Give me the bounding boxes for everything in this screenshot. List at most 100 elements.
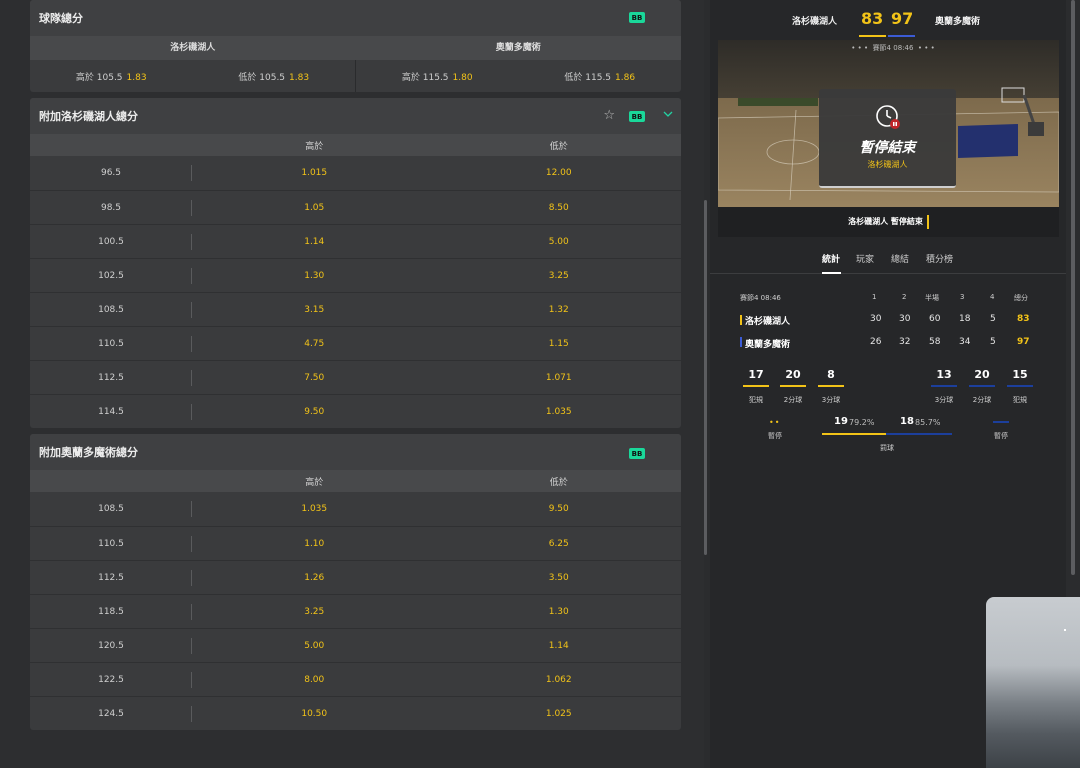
odds-row: 120.5 5.00 1.14 (30, 628, 681, 662)
stats-header-q1: 1 (872, 293, 877, 301)
magic-extra-title: 附加奧蘭多魔術總分 (39, 446, 138, 459)
magic-rows: 108.5 1.035 9.50 110.5 1.10 6.25 112.5 1.26 3.50… (30, 492, 681, 730)
tab-standings[interactable]: 積分榜 (926, 252, 953, 265)
lakers-rows: 96.5 1.015 12.00 98.5 1.05 8.50 100.5 1.14 5.00 1… (30, 156, 681, 428)
odds-value: 1.80 (452, 72, 473, 83)
over-odds[interactable]: 1.30 (192, 271, 437, 281)
event-status-strip: 洛杉磯湖人 暫停結束 (718, 207, 1059, 237)
line-value: 108.5 (30, 492, 192, 526)
odds-cell[interactable]: 低於 115.5 1.86 (519, 70, 682, 83)
home-3pt-label: 3分球 (821, 396, 841, 404)
over-odds[interactable]: 1.05 (192, 203, 437, 213)
stats-header-total: 總分 (1014, 294, 1028, 302)
event-status-text: 洛杉磯湖人 暫停結束 (848, 217, 923, 226)
odds-row: 112.5 7.50 1.071 (30, 360, 681, 394)
court-period-clock: • • • 賽節4 08:46 • • • (851, 44, 935, 52)
home-2pt-value: 20 (785, 368, 801, 381)
home-q3: 18 (959, 314, 971, 324)
tab-stats[interactable]: 統計 (822, 252, 840, 265)
under-odds[interactable]: 6.25 (437, 539, 682, 549)
over-header: 高於 (305, 477, 324, 488)
over-odds[interactable]: 10.50 (192, 709, 437, 719)
page: 球隊總分 BB 洛杉磯湖人 奧蘭多魔術 高於 105.5 1.83 低於 105.… (0, 0, 1080, 768)
home-ft-value: 19 (834, 416, 848, 427)
over-odds[interactable]: 1.14 (192, 237, 437, 247)
over-odds[interactable]: 3.25 (192, 607, 437, 617)
line-value: 98.5 (30, 191, 192, 224)
odds-cell[interactable]: 低於 105.5 1.83 (193, 70, 356, 83)
home-odds-group: 高於 105.5 1.83 低於 105.5 1.83 (30, 60, 355, 92)
under-odds[interactable]: 1.071 (437, 373, 682, 383)
under-odds[interactable]: 1.15 (437, 339, 682, 349)
stats-home-name: 洛杉磯湖人 (745, 317, 791, 327)
active-tab-indicator (822, 272, 841, 274)
odds-cell[interactable]: 高於 115.5 1.80 (356, 70, 519, 83)
away-ft-bar (886, 433, 952, 435)
over-odds[interactable]: 7.50 (192, 373, 437, 383)
home-total: 83 (1017, 314, 1030, 324)
home-timeout-label: 暫停 (768, 432, 782, 440)
under-header: 低於 (549, 141, 568, 152)
lakers-column-headers: 高於 低於 (30, 134, 681, 156)
away-ft-value: 18 (900, 416, 914, 427)
away-fouls-label: 犯規 (1013, 396, 1027, 404)
under-odds[interactable]: 5.00 (437, 237, 682, 247)
match-panel-scrollbar[interactable] (1071, 0, 1075, 575)
under-odds[interactable]: 8.50 (437, 203, 682, 213)
over-odds[interactable]: 5.00 (192, 641, 437, 651)
away-total: 97 (1017, 337, 1030, 347)
over-odds[interactable]: 1.26 (192, 573, 437, 583)
tab-players[interactable]: 玩家 (856, 252, 874, 265)
team-totals-card: 球隊總分 BB 洛杉磯湖人 奧蘭多魔術 高於 105.5 1.83 低於 105.… (30, 0, 681, 92)
markets-scrollbar[interactable] (704, 200, 707, 555)
team-name-home: 洛杉磯湖人 (170, 43, 216, 53)
odds-value: 1.86 (615, 72, 636, 83)
home-q1: 30 (870, 314, 882, 324)
team-totals-header[interactable]: 球隊總分 BB (30, 0, 681, 36)
over-odds[interactable]: 9.50 (192, 407, 437, 417)
odds-row: 98.5 1.05 8.50 (30, 190, 681, 224)
away-3pt-value: 13 (936, 368, 952, 381)
home-2pt-bar (780, 385, 806, 387)
odds-line: 高於 115.5 (401, 72, 449, 83)
magic-extra-header[interactable]: 附加奧蘭多魔術總分 BB (30, 434, 681, 470)
odds-cell[interactable]: 高於 105.5 1.83 (30, 70, 193, 83)
video-thumbnail[interactable] (986, 597, 1080, 768)
under-odds[interactable]: 12.00 (437, 168, 682, 178)
under-odds[interactable]: 3.25 (437, 271, 682, 281)
under-odds[interactable]: 1.035 (437, 407, 682, 417)
away-score: 97 (891, 9, 914, 28)
under-odds[interactable]: 1.32 (437, 305, 682, 315)
away-3pt-bar (931, 385, 957, 387)
under-odds[interactable]: 3.50 (437, 573, 682, 583)
line-value: 110.5 (30, 527, 192, 560)
favourite-star-icon[interactable]: ☆ (603, 109, 615, 122)
bet-builder-badge: BB (629, 448, 645, 459)
odds-row: 110.5 4.75 1.15 (30, 326, 681, 360)
home-score: 83 (861, 9, 884, 28)
lakers-extra-header[interactable]: 附加洛杉磯湖人總分 ☆ BB (30, 98, 681, 134)
tab-summary[interactable]: 總結 (891, 252, 909, 265)
under-odds[interactable]: 1.025 (437, 709, 682, 719)
over-odds[interactable]: 8.00 (192, 675, 437, 685)
under-odds[interactable]: 1.30 (437, 607, 682, 617)
line-value: 124.5 (30, 697, 192, 730)
home-ft-pct: 79.2% (849, 418, 875, 427)
overlay-title: 暫停結束 (859, 140, 916, 156)
over-odds[interactable]: 4.75 (192, 339, 437, 349)
home-timeout-dots: •• (769, 418, 781, 427)
line-value: 100.5 (30, 225, 192, 258)
home-half: 60 (929, 314, 941, 324)
home-color-mark (740, 315, 742, 325)
over-odds[interactable]: 1.035 (192, 504, 437, 514)
line-value: 114.5 (30, 395, 192, 428)
over-odds[interactable]: 1.10 (192, 539, 437, 549)
under-odds[interactable]: 1.14 (437, 641, 682, 651)
under-odds[interactable]: 1.062 (437, 675, 682, 685)
over-odds[interactable]: 1.015 (192, 168, 437, 178)
over-odds[interactable]: 3.15 (192, 305, 437, 315)
away-color-bar (888, 35, 915, 37)
under-odds[interactable]: 9.50 (437, 504, 682, 514)
chevron-down-icon[interactable] (663, 109, 673, 119)
line-value: 108.5 (30, 293, 192, 326)
